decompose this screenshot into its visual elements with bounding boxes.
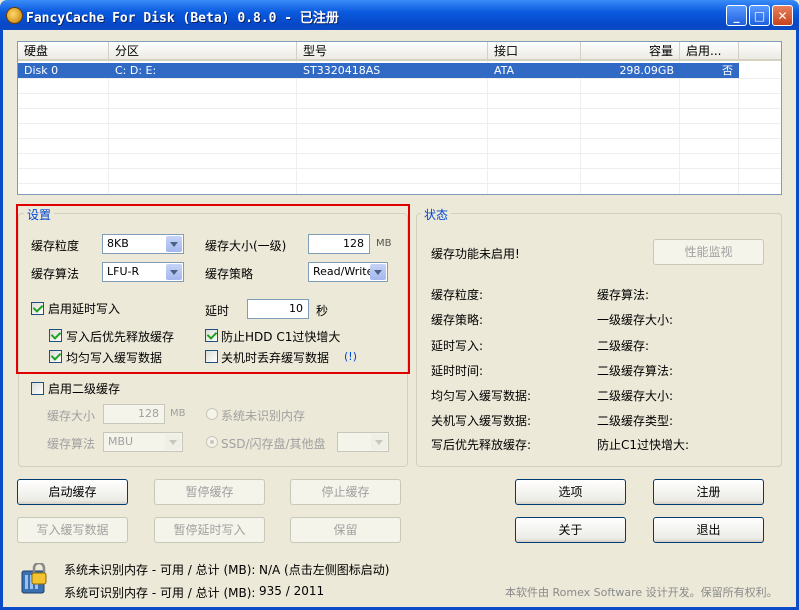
- l2-size-unit: MB: [170, 408, 186, 419]
- copyright-text: 本软件由 Romex Software 设计开发。保留所有权利。: [505, 586, 778, 599]
- start-cache-button[interactable]: 启动缓存: [17, 479, 128, 505]
- delay-unit: 秒: [316, 304, 329, 318]
- close-icon: ✕: [777, 9, 788, 23]
- cache-granularity-label: 缓存粒度: [31, 239, 80, 253]
- chevron-down-icon[interactable]: [371, 434, 387, 450]
- l2-enable-checkbox[interactable]: [31, 382, 44, 395]
- maximize-button[interactable]: □: [749, 5, 770, 26]
- delay-label: 延时: [205, 304, 230, 318]
- cell-model: ST3320418AS: [303, 64, 381, 77]
- status-field-right: 防止C1过快增大:: [597, 438, 690, 452]
- cache-algorithm-value: LFU-R: [107, 265, 140, 278]
- deferred-write-checkbox[interactable]: [31, 302, 44, 315]
- status-field-left: 缓存粒度:: [431, 288, 484, 302]
- discard-on-shutdown-checkbox[interactable]: [205, 350, 218, 363]
- cell-capacity: 298.09GB: [619, 64, 674, 77]
- column-header-filler: [739, 42, 781, 61]
- status-field-left: 均匀写入缓写数据:: [431, 389, 532, 403]
- register-button[interactable]: 注册: [653, 479, 764, 505]
- l2-algorithm-value: MBU: [108, 435, 134, 448]
- chevron-down-icon[interactable]: [166, 264, 182, 280]
- l2-unrecognized-mem-radio[interactable]: [206, 408, 218, 420]
- l2-enable-label: 启用二级缓存: [48, 382, 121, 396]
- status-field-right: 二级缓存大小:: [597, 389, 674, 403]
- free-after-write-label: 写入后优先释放缓存: [66, 330, 175, 344]
- unrecognized-mem-value: N/A (点击左侧图标启动): [259, 563, 390, 577]
- minimize-button[interactable]: _: [726, 5, 747, 26]
- cell-partition: C: D: E:: [115, 64, 157, 77]
- status-field-right: 二级缓存算法:: [597, 364, 674, 378]
- discard-on-shutdown-label: 关机时丢弃缓写数据: [221, 351, 330, 365]
- even-write-checkbox[interactable]: [49, 350, 62, 363]
- l2-ssd-radio[interactable]: [206, 436, 218, 448]
- prevent-hdd-c1-checkbox[interactable]: [205, 329, 218, 342]
- stop-cache-button[interactable]: 停止缓存: [290, 479, 401, 505]
- window-title: FancyCache For Disk (Beta) 0.8.0 - 已注册: [26, 11, 339, 26]
- status-group-title: 状态: [421, 206, 452, 223]
- l2-size-input[interactable]: 128: [103, 404, 165, 424]
- cache-granularity-value: 8KB: [107, 237, 129, 250]
- status-field-left: 延时写入:: [431, 339, 484, 353]
- status-field-left: 写后优先释放缓存:: [431, 438, 532, 452]
- write-deferred-button[interactable]: 写入缓写数据: [17, 517, 128, 543]
- cache-algorithm-select[interactable]: LFU-R: [102, 262, 184, 282]
- l2-ssd-select[interactable]: [337, 432, 389, 452]
- minimize-icon: _: [733, 9, 740, 23]
- maximize-icon: □: [753, 9, 766, 23]
- status-field-right: 缓存算法:: [597, 288, 650, 302]
- even-write-label: 均匀写入缓写数据: [66, 351, 163, 365]
- discard-info-link[interactable]: (!): [344, 350, 357, 363]
- deferred-write-label: 启用延时写入: [48, 302, 121, 316]
- l2-unrecognized-mem-label: 系统未识别内存: [221, 409, 306, 423]
- cell-disk: Disk 0: [24, 64, 59, 77]
- recognized-mem-value: 935 / 2011: [259, 584, 325, 598]
- cache-policy-value: Read/Write: [313, 265, 374, 278]
- column-header-partition[interactable]: 分区: [109, 42, 297, 61]
- keep-button[interactable]: 保留: [290, 517, 401, 543]
- about-button[interactable]: 关于: [515, 517, 626, 543]
- status-field-left: 延时时间:: [431, 364, 484, 378]
- column-header-capacity[interactable]: 容量: [581, 42, 680, 61]
- unrecognized-mem-label: 系统未识别内存 - 可用 / 总计 (MB):: [64, 563, 256, 577]
- pause-cache-button[interactable]: 暂停缓存: [154, 479, 265, 505]
- l2-algorithm-label: 缓存算法: [47, 437, 96, 451]
- column-header-interface[interactable]: 接口: [488, 42, 581, 61]
- exit-button[interactable]: 退出: [653, 517, 764, 543]
- pause-deferred-button[interactable]: 暂停延时写入: [154, 517, 265, 543]
- cache-size-label: 缓存大小(一级): [205, 239, 287, 253]
- status-field-left: 缓存策略:: [431, 313, 484, 327]
- l2-size-label: 缓存大小: [47, 409, 96, 423]
- cell-interface: ATA: [494, 64, 515, 77]
- chevron-down-icon[interactable]: [166, 236, 182, 252]
- column-header-model[interactable]: 型号: [297, 42, 488, 61]
- options-button[interactable]: 选项: [515, 479, 626, 505]
- status-field-right: 二级缓存:: [597, 339, 650, 353]
- l2-ssd-label: SSD/闪存盘/其他盘: [221, 437, 326, 451]
- status-field-right: 一级缓存大小:: [597, 313, 674, 327]
- memory-lock-icon[interactable]: [21, 561, 48, 595]
- delay-input[interactable]: 10: [247, 299, 309, 319]
- chevron-down-icon[interactable]: [165, 434, 181, 450]
- column-header-disk[interactable]: 硬盘: [18, 42, 109, 61]
- status-field-left: 关机写入缓写数据:: [431, 414, 532, 428]
- recognized-mem-label: 系统可识别内存 - 可用 / 总计 (MB):: [64, 586, 256, 600]
- cache-policy-label: 缓存策略: [205, 267, 254, 281]
- prevent-hdd-c1-label: 防止HDD C1过快增大: [221, 330, 341, 344]
- close-button[interactable]: ✕: [772, 5, 793, 26]
- column-header-enabled[interactable]: 启用...: [680, 42, 739, 61]
- cache-size-input[interactable]: 128: [308, 234, 370, 254]
- status-field-right: 二级缓存类型:: [597, 414, 674, 428]
- cache-policy-select[interactable]: Read/Write: [308, 262, 388, 282]
- free-after-write-checkbox[interactable]: [49, 329, 62, 342]
- cache-disabled-text: 缓存功能未启用!: [431, 247, 520, 261]
- cell-enabled: 否: [722, 64, 733, 77]
- chevron-down-icon[interactable]: [370, 264, 386, 280]
- l2-algorithm-select[interactable]: MBU: [103, 432, 183, 452]
- app-icon[interactable]: [6, 7, 23, 24]
- cache-granularity-select[interactable]: 8KB: [102, 234, 184, 254]
- disk-list[interactable]: 硬盘 分区 型号 接口 容量 启用... Disk 0 C: D: E: ST3…: [17, 41, 782, 195]
- cache-algorithm-label: 缓存算法: [31, 267, 80, 281]
- cache-size-unit: MB: [376, 238, 392, 249]
- perf-monitor-button[interactable]: 性能监视: [653, 239, 764, 265]
